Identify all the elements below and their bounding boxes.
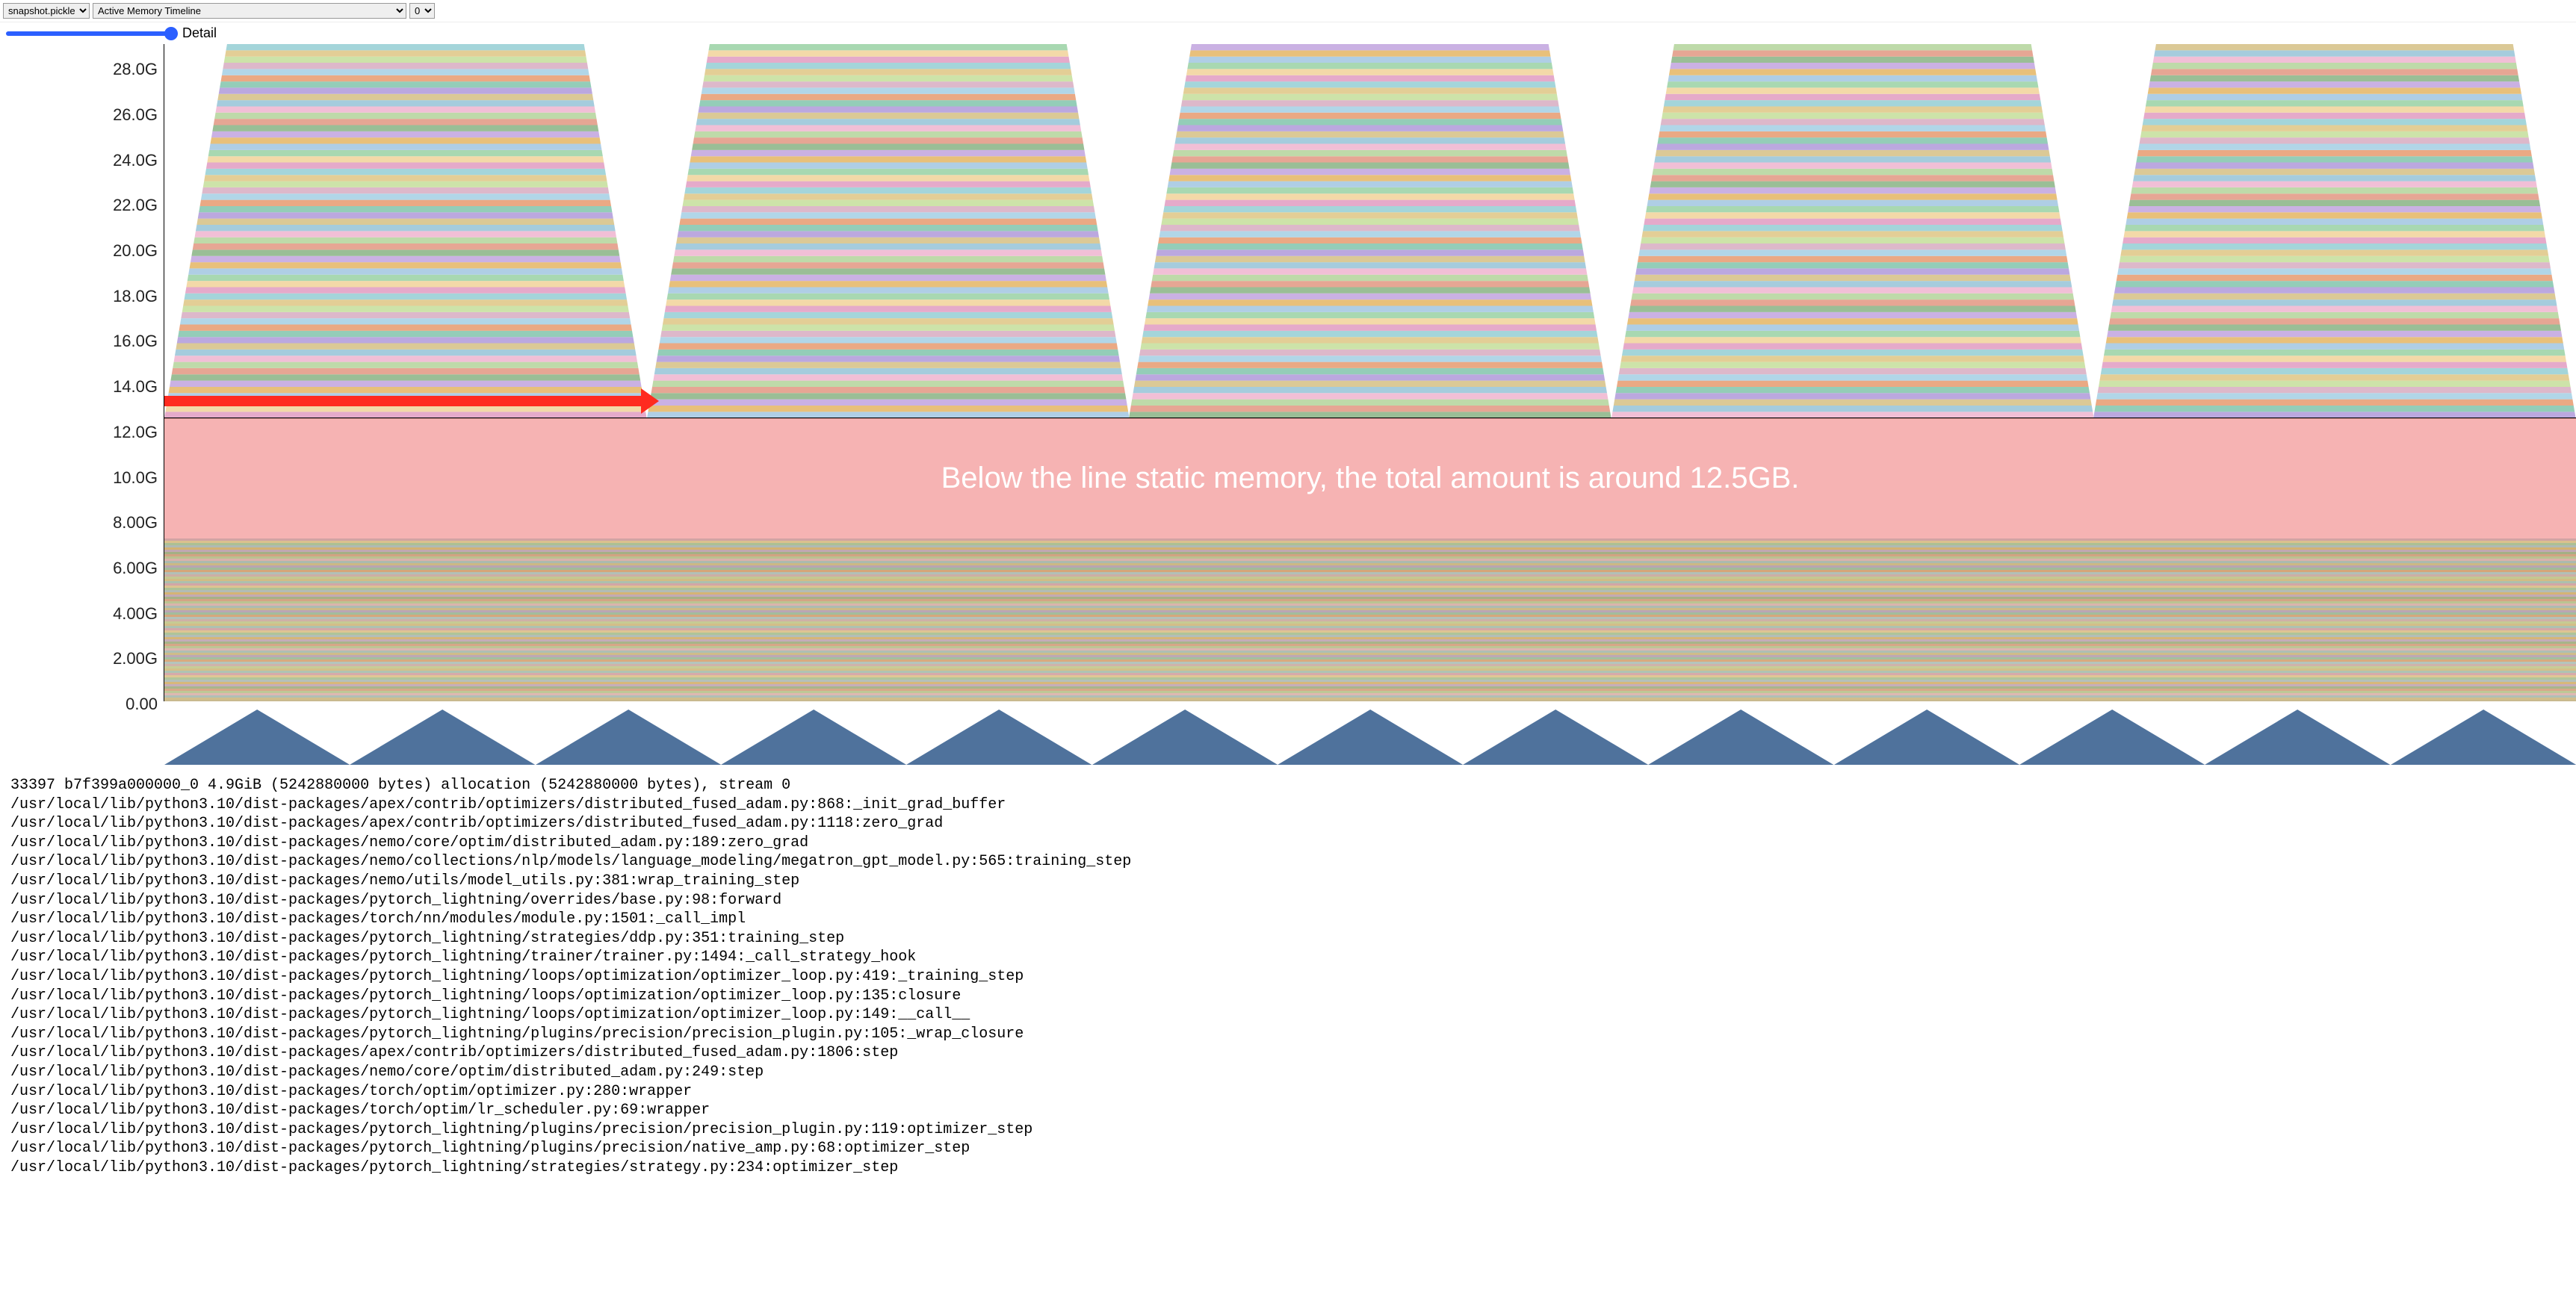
y-tick-label: 26.0G [113,105,158,125]
y-tick-label: 24.0G [113,151,158,170]
y-tick-label: 12.0G [113,423,158,442]
y-tick-label: 18.0G [113,287,158,306]
plot-area[interactable]: Below the line static memory, the total … [164,44,2576,701]
y-axis: 0.002.00G4.00G6.00G8.00G10.0G12.0G14.0G1… [0,44,164,701]
toolbar: snapshot.pickle Active Memory Timeline 0 [0,0,2576,22]
allocation-cycle[interactable] [647,44,1130,418]
detail-slider-row: Detail [0,22,2576,44]
y-tick-label: 8.00G [113,513,158,533]
minimap-cycle[interactable] [906,705,1092,767]
allocation-cycle[interactable] [1129,44,1611,418]
allocation-cycle[interactable] [164,44,647,418]
y-tick-label: 22.0G [113,196,158,215]
y-tick-label: 4.00G [113,604,158,624]
y-tick-label: 20.0G [113,241,158,261]
annotation-text: Below the line static memory, the total … [926,459,1815,498]
minimap-cycle[interactable] [2019,705,2205,767]
allocation-cycle[interactable] [1611,44,2094,418]
minimap-cycle[interactable] [2205,705,2390,767]
minimap-cycle[interactable] [2391,705,2576,767]
detail-slider-label: Detail [182,25,217,41]
detail-slider[interactable] [6,31,178,36]
minimap-cycle[interactable] [1834,705,2019,767]
minimap-cycle[interactable] [1092,705,1278,767]
view-select[interactable]: Active Memory Timeline [93,3,406,19]
y-tick-label: 16.0G [113,332,158,351]
minimap-cycle[interactable] [1463,705,1648,767]
minimap-cycle[interactable] [536,705,721,767]
minimap-cycle[interactable] [1278,705,1463,767]
y-tick-label: 2.00G [113,649,158,668]
file-select[interactable]: snapshot.pickle [3,3,90,19]
stack-trace-panel[interactable]: 33397 b7f399a000000_0 4.9GiB (5242880000… [0,767,2576,1185]
stream-select[interactable]: 0 [409,3,435,19]
y-tick-label: 6.00G [113,559,158,578]
allocation-peaks[interactable] [164,44,2576,418]
y-tick-label: 10.0G [113,468,158,488]
y-tick-label: 14.0G [113,377,158,397]
minimap-cycle[interactable] [1648,705,1833,767]
overview-minimap[interactable] [0,706,2576,767]
minimap-cycle[interactable] [350,705,535,767]
static-memory-band [164,538,2576,701]
allocation-cycle[interactable] [2093,44,2576,418]
minimap-cycle[interactable] [721,705,906,767]
annotation-band: Below the line static memory, the total … [164,418,2576,538]
y-tick-label: 28.0G [113,60,158,79]
minimap-cycle[interactable] [164,705,350,767]
memory-timeline-chart[interactable]: 0.002.00G4.00G6.00G8.00G10.0G12.0G14.0G1… [0,44,2576,701]
annotation-arrow-icon [164,396,643,406]
